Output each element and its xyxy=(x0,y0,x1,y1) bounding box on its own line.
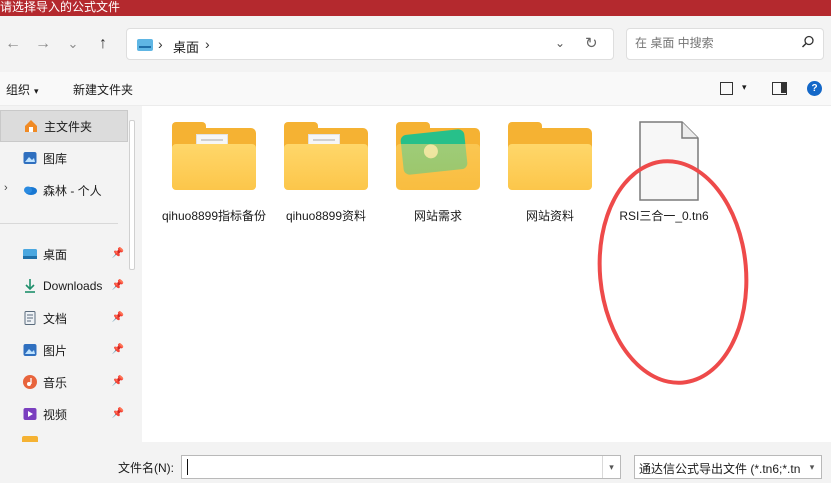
filename-label: 文件名(N): xyxy=(118,461,174,475)
sidebar-item-music[interactable]: 音乐 📌 xyxy=(0,366,128,398)
recent-locations-icon[interactable]: ⌄ xyxy=(62,32,84,56)
sidebar-scrollbar[interactable] xyxy=(129,120,135,270)
pin-icon: 📌 xyxy=(111,408,124,419)
address-history-dropdown[interactable]: ⌄ xyxy=(555,36,565,50)
videos-icon xyxy=(22,406,38,422)
up-icon[interactable]: ↑ xyxy=(92,32,114,56)
sidebar-item-label: 图片 xyxy=(43,343,68,358)
preview-pane-icon[interactable] xyxy=(772,82,787,95)
pin-icon: 📌 xyxy=(111,248,124,259)
music-icon xyxy=(22,374,38,390)
file-name: 网站需求 xyxy=(413,209,462,223)
file-item[interactable]: RSI三合一_0.tn6 xyxy=(610,120,718,225)
sidebar-item-home[interactable]: 主文件夹 xyxy=(0,110,128,142)
sidebar-item-label: 主文件夹 xyxy=(44,119,93,134)
forward-icon[interactable]: → xyxy=(32,32,54,56)
home-icon xyxy=(23,118,39,134)
pin-icon: 📌 xyxy=(111,376,124,387)
folder-item[interactable]: 网站需求 xyxy=(384,120,492,225)
sidebar-item-videos[interactable]: 视频 📌 xyxy=(0,398,128,430)
breadcrumb-separator[interactable]: › xyxy=(205,36,210,52)
view-mode-icon[interactable] xyxy=(720,82,733,95)
pin-icon: 📌 xyxy=(111,312,124,323)
generic-file-icon xyxy=(620,120,708,201)
pin-icon: 📌 xyxy=(111,344,124,355)
text-cursor xyxy=(187,459,188,475)
pin-icon: 📌 xyxy=(111,280,124,291)
folder-icon xyxy=(506,120,594,194)
filetype-select[interactable]: 通达信公式导出文件 (*.tn6;*.tn ▾ xyxy=(634,455,822,479)
sidebar-item-documents[interactable]: 文档 📌 xyxy=(0,302,128,334)
file-name: qihuo8899指标备份 xyxy=(161,209,267,223)
gallery-icon xyxy=(22,150,38,166)
desktop-icon xyxy=(22,246,38,262)
sidebar-item-gallery[interactable]: 图库 xyxy=(0,142,128,174)
sidebar-item-label: 桌面 xyxy=(43,247,68,262)
file-open-dialog: 请选择导入的公式文件 ← → ⌄ ↑ › 桌面 › ⌄ ↻ 组织▾ 新建文件夹 … xyxy=(0,0,831,483)
organize-button[interactable]: 组织 ▾ xyxy=(6,81,39,98)
sidebar-item-pictures[interactable]: 图片 📌 xyxy=(0,334,128,366)
back-icon[interactable]: ← xyxy=(2,32,24,56)
file-name: qihuo8899资料 xyxy=(285,209,367,223)
organize-label: 组织 xyxy=(6,83,31,97)
documents-icon xyxy=(22,310,38,326)
sidebar-item-label: 视频 xyxy=(43,407,68,422)
navigation-pane: 主文件夹 图库 › 森林 - 个人 桌面 📌 Downloads 📌 文档 📌 … xyxy=(0,106,142,442)
search-input[interactable] xyxy=(635,36,795,50)
filename-input[interactable] xyxy=(186,459,596,475)
command-bar: 组织 ▾ 新建文件夹 ▾ ? xyxy=(0,72,831,106)
sidebar-item-downloads[interactable]: Downloads 📌 xyxy=(0,270,128,302)
folder-icon xyxy=(394,120,482,194)
dialog-footer: 文件名(N): ▾ 通达信公式导出文件 (*.tn6;*.tn ▾ xyxy=(0,442,831,483)
search-box[interactable] xyxy=(626,28,824,60)
sidebar-item-desktop[interactable]: 桌面 📌 xyxy=(0,238,128,270)
file-name: RSI三合一_0.tn6 xyxy=(619,209,709,223)
sidebar-item-label: Downloads xyxy=(43,279,103,293)
sidebar-item-label: 文档 xyxy=(43,311,68,326)
chevron-down-icon[interactable]: ▾ xyxy=(602,456,620,478)
sidebar-item-onedrive[interactable]: › 森林 - 个人 xyxy=(0,174,128,206)
file-name: 网站资料 xyxy=(525,209,574,223)
cloud-icon xyxy=(22,182,38,198)
filename-combobox[interactable]: ▾ xyxy=(181,455,621,479)
help-icon[interactable]: ? xyxy=(807,81,822,96)
folder-icon xyxy=(282,120,370,194)
download-icon xyxy=(22,278,38,294)
breadcrumb-desktop[interactable]: 桌面 xyxy=(173,37,199,56)
expand-chevron-icon[interactable]: › xyxy=(4,182,8,194)
sidebar-item-label: 音乐 xyxy=(43,375,68,390)
folder-item[interactable]: 网站资料 xyxy=(496,120,604,225)
file-list: qihuo8899指标备份 qihuo8899资料 网站需求 网站资料 RSI三… xyxy=(142,106,831,442)
sidebar-item-label: 图库 xyxy=(43,151,68,166)
window-title: 请选择导入的公式文件 xyxy=(0,0,831,16)
navigation-bar: ← → ⌄ ↑ › 桌面 › ⌄ ↻ xyxy=(0,16,831,72)
chevron-down-icon[interactable]: ▾ xyxy=(803,456,821,478)
folder-item[interactable]: qihuo8899资料 xyxy=(272,120,380,225)
chevron-down-icon[interactable]: ▾ xyxy=(742,82,747,93)
filetype-value: 通达信公式导出文件 (*.tn6;*.tn xyxy=(639,462,801,476)
sidebar-divider xyxy=(0,223,118,224)
new-folder-button[interactable]: 新建文件夹 xyxy=(73,81,133,98)
search-icon[interactable] xyxy=(801,35,815,49)
chevron-down-icon: ▾ xyxy=(34,86,39,96)
folder-item[interactable]: qihuo8899指标备份 xyxy=(160,120,268,225)
pictures-icon xyxy=(22,342,38,358)
folder-icon xyxy=(170,120,258,194)
refresh-icon[interactable]: ↻ xyxy=(585,34,598,52)
address-bar[interactable]: › 桌面 › ⌄ ↻ xyxy=(126,28,614,60)
sidebar-item-label: 森林 - 个人 xyxy=(43,183,102,198)
breadcrumb-separator: › xyxy=(158,36,163,52)
desktop-location-icon xyxy=(137,39,153,51)
